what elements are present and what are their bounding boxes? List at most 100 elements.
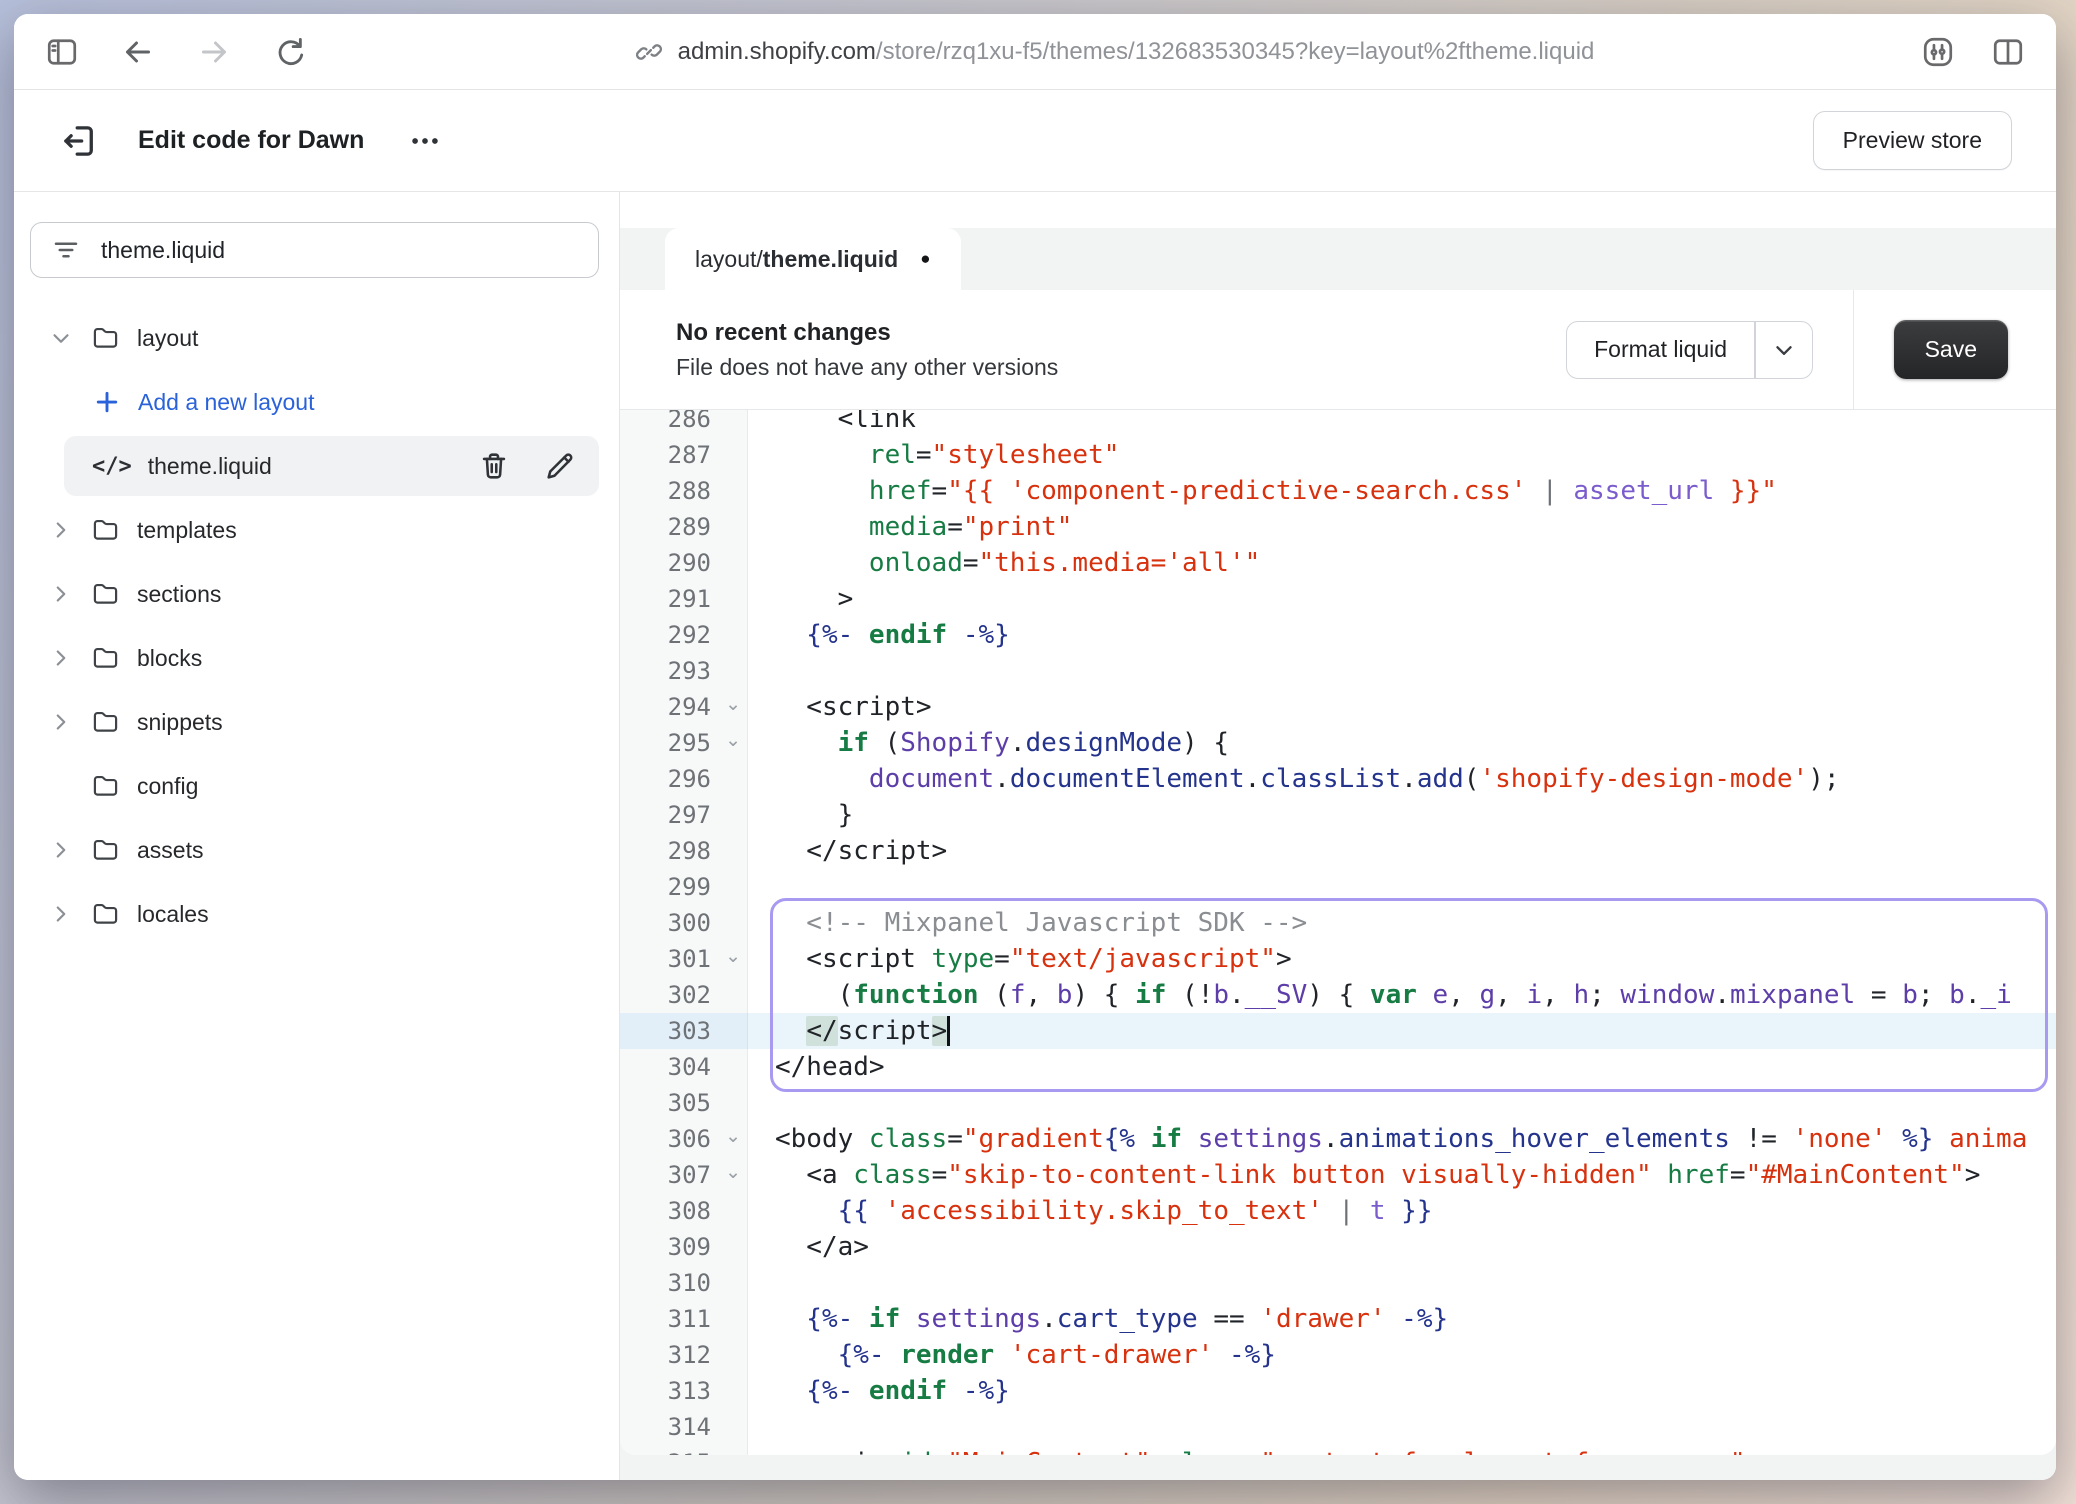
chevron-right-icon[interactable] bbox=[48, 837, 74, 863]
code-line-text[interactable]: if (Shopify.designMode) { bbox=[748, 725, 2056, 761]
code-line[interactable]: 302 (function (f, b) { if (!b.__SV) { va… bbox=[620, 977, 2056, 1013]
code-line[interactable]: 304</head> bbox=[620, 1049, 2056, 1085]
sidebar-item-theme-liquid[interactable]: </>theme.liquid bbox=[64, 436, 599, 496]
chevron-right-icon[interactable] bbox=[48, 709, 74, 735]
code-line[interactable]: 299 bbox=[620, 869, 2056, 905]
code-line[interactable]: 298 </script> bbox=[620, 833, 2056, 869]
browser-settings-icon[interactable] bbox=[1920, 34, 1956, 70]
file-search-box[interactable] bbox=[30, 222, 599, 278]
fold-chevron-icon[interactable]: ⌄ bbox=[725, 939, 741, 975]
code-line[interactable]: 297 } bbox=[620, 797, 2056, 833]
sidebar-item-add-a-new-layout[interactable]: Add a new layout bbox=[14, 370, 619, 434]
code-line-text[interactable]: > bbox=[748, 581, 2056, 617]
code-line[interactable]: 295⌄ if (Shopify.designMode) { bbox=[620, 725, 2056, 761]
code-line-text[interactable] bbox=[748, 1265, 2056, 1301]
code-line-text[interactable] bbox=[748, 1085, 2056, 1121]
code-editor[interactable]: 286 <link287 rel="stylesheet"288 href="{… bbox=[620, 410, 2056, 1455]
code-line[interactable]: 313 {%- endif -%} bbox=[620, 1373, 2056, 1409]
sidebar-item-sections[interactable]: sections bbox=[14, 562, 619, 626]
fold-chevron-icon[interactable]: ⌄ bbox=[725, 723, 741, 759]
chevron-down-icon[interactable] bbox=[48, 325, 74, 351]
reload-icon[interactable] bbox=[272, 34, 308, 70]
code-line[interactable]: 308 {{ 'accessibility.skip_to_text' | t … bbox=[620, 1193, 2056, 1229]
code-line-text[interactable]: </script> bbox=[748, 833, 2056, 869]
fold-chevron-icon[interactable]: ⌄ bbox=[725, 1119, 741, 1155]
split-view-icon[interactable] bbox=[1990, 34, 2026, 70]
code-line[interactable]: 293 bbox=[620, 653, 2056, 689]
code-line[interactable]: 305 bbox=[620, 1085, 2056, 1121]
chevron-right-icon[interactable] bbox=[48, 517, 74, 543]
code-line-text[interactable] bbox=[748, 869, 2056, 905]
code-line-text[interactable]: {%- render 'cart-drawer' -%} bbox=[748, 1337, 2056, 1373]
code-line-text[interactable] bbox=[748, 1409, 2056, 1445]
code-line-text[interactable]: </script> bbox=[748, 1013, 2056, 1049]
code-line-text[interactable]: {%- if settings.cart_type == 'drawer' -%… bbox=[748, 1301, 2056, 1337]
search-input[interactable] bbox=[101, 237, 578, 264]
chevron-right-icon[interactable] bbox=[48, 901, 74, 927]
code-line-text[interactable]: (function (f, b) { if (!b.__SV) { var e,… bbox=[748, 977, 2056, 1013]
code-line[interactable]: 306⌄<body class="gradient{% if settings.… bbox=[620, 1121, 2056, 1157]
code-line-text[interactable]: rel="stylesheet" bbox=[748, 437, 2056, 473]
tab-theme-liquid[interactable]: layout/theme.liquid● bbox=[665, 228, 961, 290]
code-line[interactable]: 315 <main id="MainContent" class="conten… bbox=[620, 1445, 2056, 1455]
code-line[interactable]: 303 </script> bbox=[620, 1013, 2056, 1049]
code-line[interactable]: 294⌄ <script> bbox=[620, 689, 2056, 725]
code-line[interactable]: 310 bbox=[620, 1265, 2056, 1301]
code-line-text[interactable]: <!-- Mixpanel Javascript SDK --> bbox=[748, 905, 2056, 941]
code-line[interactable]: 289 media="print" bbox=[620, 509, 2056, 545]
code-line-text[interactable] bbox=[748, 653, 2056, 689]
code-line-text[interactable]: } bbox=[748, 797, 2056, 833]
code-line[interactable]: 286 <link bbox=[620, 410, 2056, 437]
code-line[interactable]: 301⌄ <script type="text/javascript"> bbox=[620, 941, 2056, 977]
sidebar-item-templates[interactable]: templates bbox=[14, 498, 619, 562]
exit-icon[interactable] bbox=[58, 120, 100, 162]
code-line-text[interactable]: <script> bbox=[748, 689, 2056, 725]
code-line-text[interactable]: {%- endif -%} bbox=[748, 1373, 2056, 1409]
pencil-icon[interactable] bbox=[543, 449, 577, 483]
preview-store-button[interactable]: Preview store bbox=[1813, 111, 2012, 170]
more-actions-icon[interactable] bbox=[408, 124, 442, 158]
code-line-text[interactable]: <body class="gradient{% if settings.anim… bbox=[748, 1121, 2056, 1157]
code-line-text[interactable]: {%- endif -%} bbox=[748, 617, 2056, 653]
code-line-text[interactable]: </head> bbox=[748, 1049, 2056, 1085]
code-line-text[interactable]: onload="this.media='all'" bbox=[748, 545, 2056, 581]
sidebar-item-assets[interactable]: assets bbox=[14, 818, 619, 882]
code-line[interactable]: 288 href="{{ 'component-predictive-searc… bbox=[620, 473, 2056, 509]
code-line[interactable]: 312 {%- render 'cart-drawer' -%} bbox=[620, 1337, 2056, 1373]
address-bar[interactable]: admin.shopify.com/store/rzq1xu-f5/themes… bbox=[308, 37, 1920, 67]
sidebar-item-snippets[interactable]: snippets bbox=[14, 690, 619, 754]
sidebar-item-blocks[interactable]: blocks bbox=[14, 626, 619, 690]
back-icon[interactable] bbox=[120, 34, 156, 70]
code-line-text[interactable]: media="print" bbox=[748, 509, 2056, 545]
code-line[interactable]: 314 bbox=[620, 1409, 2056, 1445]
code-line[interactable]: 287 rel="stylesheet" bbox=[620, 437, 2056, 473]
code-line-text[interactable]: document.documentElement.classList.add('… bbox=[748, 761, 2056, 797]
code-line[interactable]: 291 > bbox=[620, 581, 2056, 617]
code-line-text[interactable]: </a> bbox=[748, 1229, 2056, 1265]
code-line-text[interactable]: <script type="text/javascript"> bbox=[748, 941, 2056, 977]
sidebar-item-locales[interactable]: locales bbox=[14, 882, 619, 946]
code-line[interactable]: 300 <!-- Mixpanel Javascript SDK --> bbox=[620, 905, 2056, 941]
code-line[interactable]: 311 {%- if settings.cart_type == 'drawer… bbox=[620, 1301, 2056, 1337]
code-line[interactable]: 307⌄ <a class="skip-to-content-link butt… bbox=[620, 1157, 2056, 1193]
code-line[interactable]: 309 </a> bbox=[620, 1229, 2056, 1265]
code-line-text[interactable]: <link bbox=[748, 410, 2056, 437]
sidebar-toggle-icon[interactable] bbox=[44, 34, 80, 70]
save-button[interactable]: Save bbox=[1894, 320, 2008, 379]
fold-chevron-icon[interactable]: ⌄ bbox=[725, 1155, 741, 1191]
fold-chevron-icon[interactable]: ⌄ bbox=[725, 687, 741, 723]
code-line[interactable]: 296 document.documentElement.classList.a… bbox=[620, 761, 2056, 797]
code-line-text[interactable]: <a class="skip-to-content-link button vi… bbox=[748, 1157, 2056, 1193]
format-options-dropdown[interactable] bbox=[1756, 322, 1812, 378]
code-line[interactable]: 292 {%- endif -%} bbox=[620, 617, 2056, 653]
sidebar-item-layout[interactable]: layout bbox=[14, 306, 619, 370]
code-line-text[interactable]: <main id="MainContent" class="content-fo… bbox=[748, 1445, 2056, 1455]
trash-icon[interactable] bbox=[477, 449, 511, 483]
sidebar-item-config[interactable]: config bbox=[14, 754, 619, 818]
chevron-right-icon[interactable] bbox=[48, 581, 74, 607]
code-line-text[interactable]: {{ 'accessibility.skip_to_text' | t }} bbox=[748, 1193, 2056, 1229]
code-line-text[interactable]: href="{{ 'component-predictive-search.cs… bbox=[748, 473, 2056, 509]
code-line[interactable]: 290 onload="this.media='all'" bbox=[620, 545, 2056, 581]
chevron-right-icon[interactable] bbox=[48, 645, 74, 671]
format-liquid-button[interactable]: Format liquid bbox=[1567, 322, 1754, 378]
